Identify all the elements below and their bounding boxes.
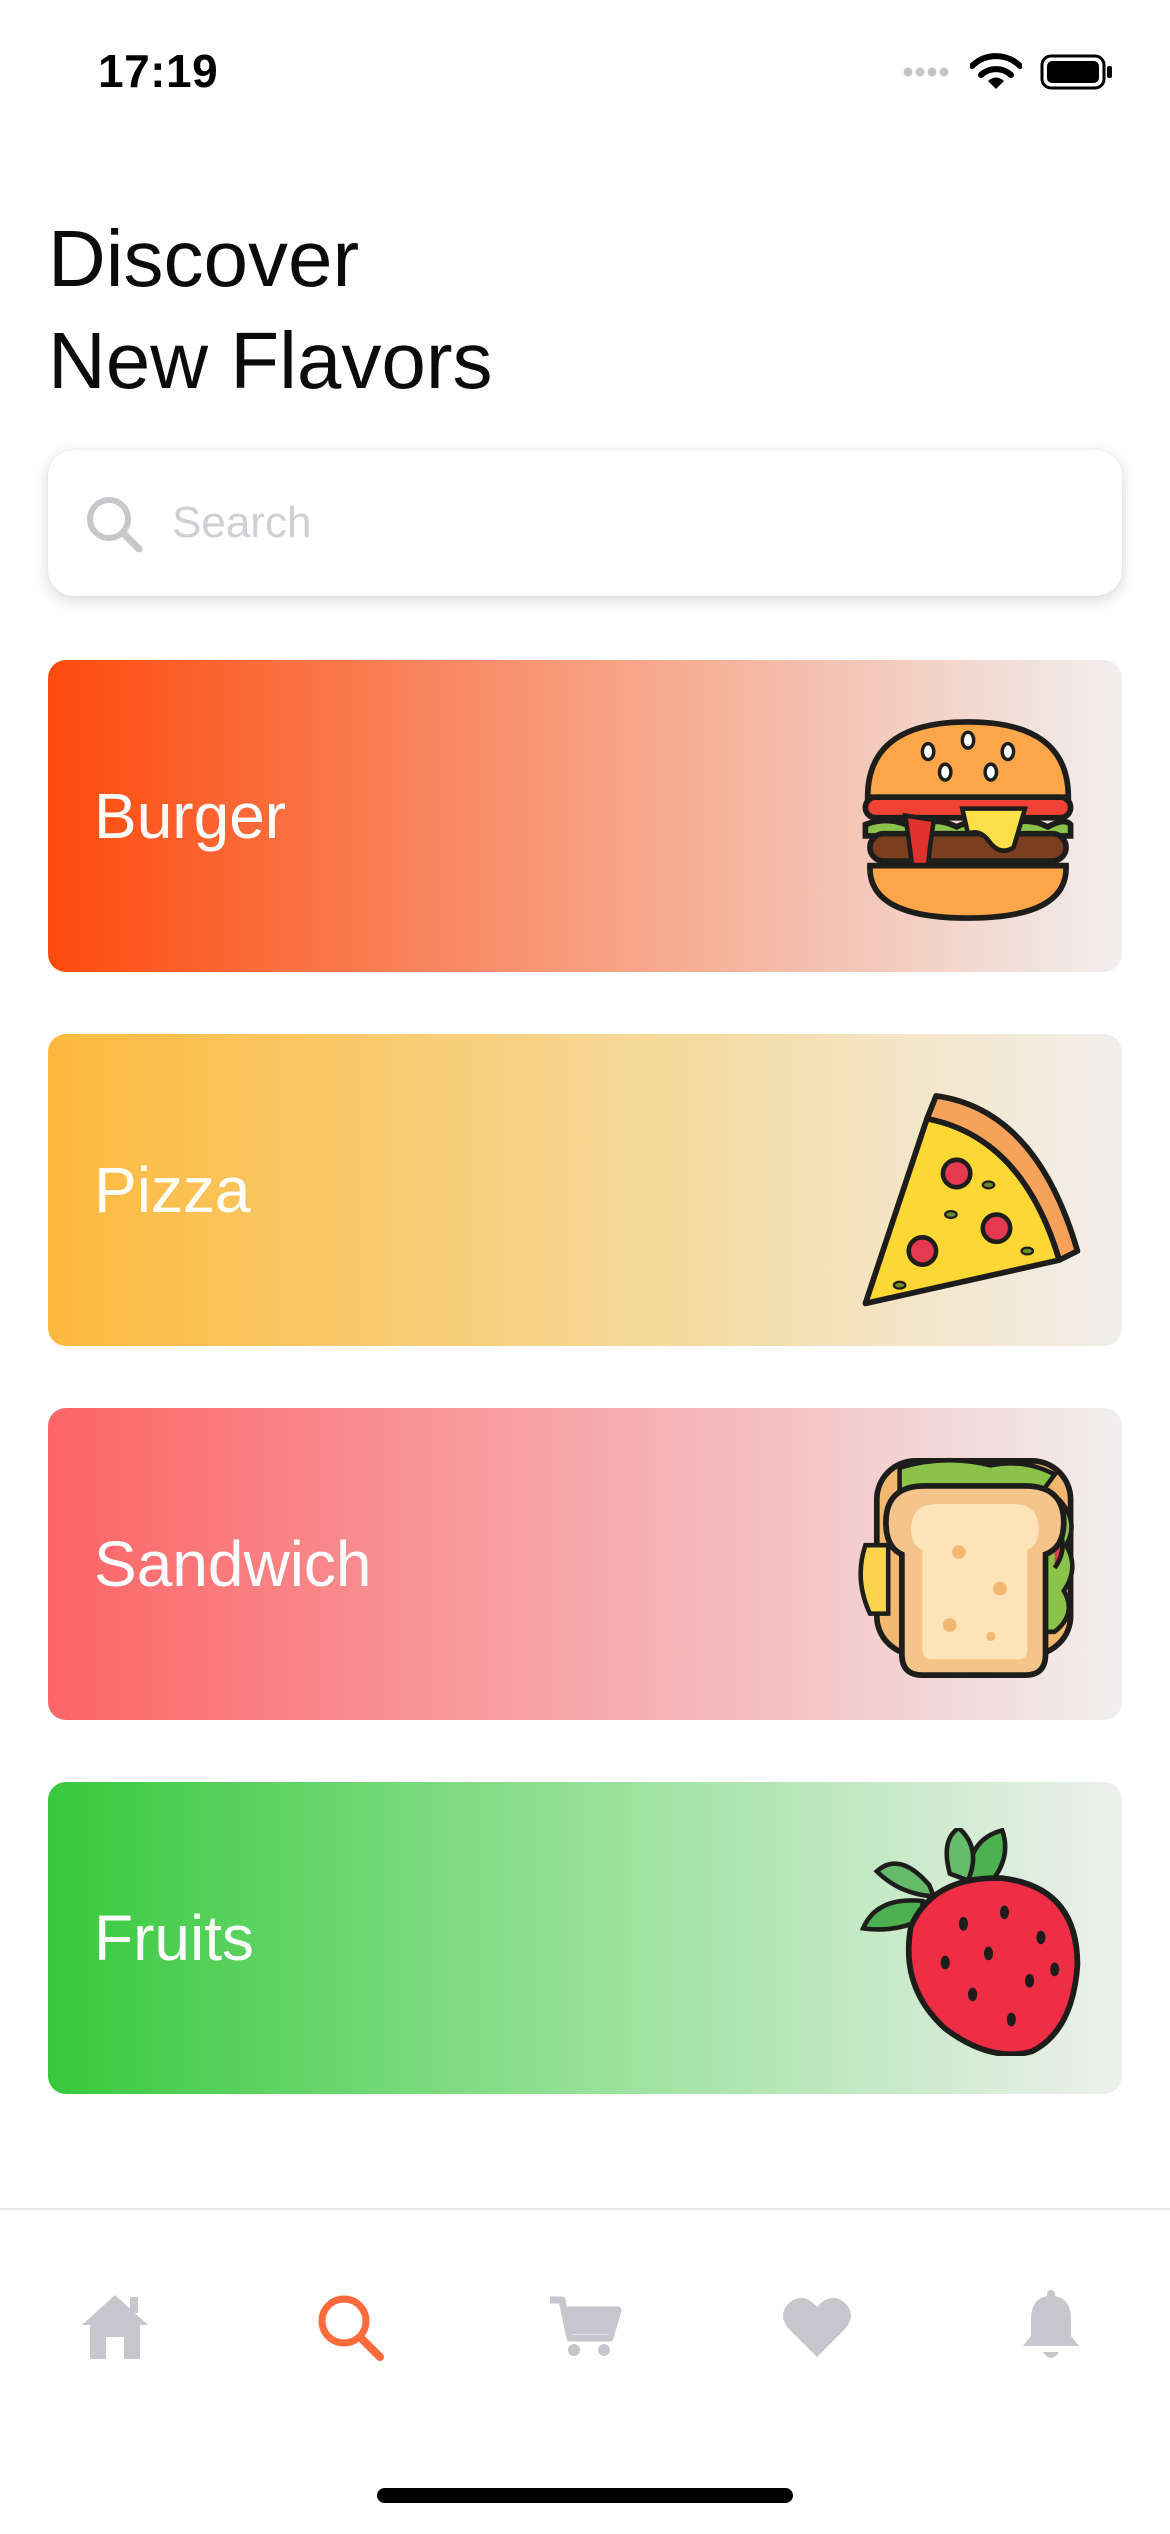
battery-icon	[1040, 54, 1112, 90]
category-card-sandwich[interactable]: Sandwich	[48, 1408, 1122, 1720]
tab-home[interactable]	[70, 2282, 160, 2372]
search-input[interactable]	[172, 488, 1072, 558]
tab-bar	[0, 2208, 1170, 2534]
bell-icon	[1023, 2290, 1079, 2358]
page-title-line2: New Flavors	[48, 316, 493, 405]
strawberry-icon	[859, 1828, 1081, 2056]
search-icon	[84, 494, 144, 554]
status-bar: 17:19	[0, 0, 1170, 150]
category-label-burger: Burger	[94, 780, 287, 852]
search-icon	[318, 2295, 384, 2361]
tab-search[interactable]	[305, 2282, 395, 2372]
tab-notifications[interactable]	[1006, 2282, 1096, 2372]
cart-icon	[550, 2296, 622, 2356]
heart-icon	[783, 2297, 851, 2357]
home-indicator	[377, 2488, 793, 2503]
page-title-line1: Discover	[48, 214, 360, 303]
burger-icon	[862, 719, 1074, 921]
category-card-pizza[interactable]: Pizza	[48, 1034, 1122, 1346]
tab-favorites[interactable]	[772, 2282, 862, 2372]
page-title: Discover New Flavors	[48, 208, 493, 412]
category-card-fruits[interactable]: Fruits	[48, 1782, 1122, 2094]
wifi-icon	[970, 53, 1022, 89]
status-icons	[902, 52, 1114, 92]
tab-cart[interactable]	[540, 2282, 630, 2372]
category-card-burger[interactable]: Burger	[48, 660, 1122, 972]
pizza-icon	[862, 1093, 1081, 1307]
signal-icon	[903, 67, 949, 77]
search-bar[interactable]	[48, 450, 1122, 596]
category-label-pizza: Pizza	[94, 1154, 251, 1226]
status-time: 17:19	[98, 45, 219, 97]
sandwich-icon	[858, 1457, 1075, 1679]
category-label-sandwich: Sandwich	[94, 1528, 372, 1600]
category-label-fruits: Fruits	[94, 1902, 254, 1974]
home-icon	[82, 2295, 148, 2359]
